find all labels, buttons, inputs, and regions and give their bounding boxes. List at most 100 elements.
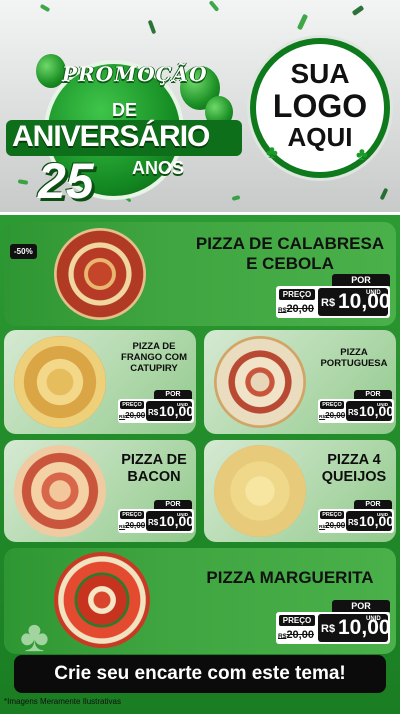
discount-badge: -50% [10, 244, 37, 259]
new-price: R$ 10,00 UNID [146, 511, 194, 531]
header: PROMOÇÃO DE ANIVERSÁRIO 25 ANOS SUA LOGO… [0, 0, 400, 218]
old-value: 20,00 [286, 629, 314, 641]
product-name-line: PIZZA DE [121, 452, 187, 468]
currency: R$ [321, 297, 336, 309]
confetti [379, 187, 389, 201]
pizza-portuguesa-image [214, 336, 306, 428]
new-price: R$ 10,00 UNID [318, 614, 390, 642]
product-name: PIZZA 4 QUEIJOS [314, 452, 394, 485]
old-price: R$20,00 [278, 303, 314, 315]
price-box: PREÇO R$20,00 R$ 10,00 UNID [318, 509, 394, 533]
anniversary-promo-seal: PROMOÇÃO DE ANIVERSÁRIO 25 ANOS [4, 48, 242, 209]
logo-text-line2: LOGO [272, 88, 368, 124]
preco-label: PREÇO [279, 615, 315, 626]
unit-label: UNID [177, 402, 188, 407]
confetti [208, 0, 220, 12]
product-card-marguerita[interactable]: PIZZA MARGUERITA POR PREÇO R$20,00 R$ 10… [4, 548, 396, 654]
por-label: POR [354, 390, 392, 399]
currency: R$ [321, 623, 336, 635]
por-label: POR [332, 274, 390, 286]
product-name-line: FRANGO COM [121, 351, 187, 363]
product-card-portuguesa[interactable]: PIZZA PORTUGUESA POR PREÇO R$20,00 R$ 10… [204, 330, 396, 434]
pizza-4-queijos-image [214, 445, 306, 537]
unit-label: UNID [377, 512, 388, 517]
product-name-line: PIZZA [340, 347, 368, 358]
product-card-4-queijos[interactable]: PIZZA 4 QUEIJOS POR PREÇO R$20,00 R$ 10,… [204, 440, 396, 542]
price-tag: POR PREÇO R$20,00 R$ 10,00 UNID [276, 600, 394, 646]
currency: R$ [348, 408, 359, 417]
pizza-calabresa-image [54, 228, 146, 320]
product-card-frango[interactable]: PIZZA DE FRANGO COM CATUPIRY POR PREÇO R… [4, 330, 196, 434]
pizza-frango-image [14, 336, 106, 428]
promo-title: PROMOÇÃO [62, 62, 208, 86]
product-name-line: CATUPIRY [130, 362, 178, 374]
logo-text-line1: SUA [290, 58, 350, 89]
price-tag: POR PREÇO R$20,00 R$ 10,00 UNID [118, 390, 194, 424]
confetti [39, 3, 51, 13]
product-name: PIZZA DE CALABRESA E CEBOLA [188, 234, 392, 273]
disclaimer: *Imagens Meramente Ilustrativas [4, 697, 121, 706]
product-name-line: PIZZA 4 [327, 452, 381, 468]
product-name-line: BACON [127, 468, 181, 485]
product-card-bacon[interactable]: PIZZA DE BACON POR PREÇO R$20,00 R$ 10,0… [4, 440, 196, 542]
old-price: R$20,00 [119, 521, 145, 530]
product-name-line: PORTUGUESA [320, 357, 388, 369]
por-label: POR [154, 500, 192, 509]
preco-label: PREÇO [320, 401, 344, 409]
unit-label: UNID [177, 512, 188, 517]
price-tag: POR PREÇO R$20,00 R$ 10,00 UNID [318, 390, 394, 424]
preco-label: PREÇO [120, 511, 144, 519]
new-price: R$ 10,00 UNID [346, 511, 394, 531]
product-name: PIZZA DE FRANGO COM CATUPIRY [114, 341, 194, 375]
promo-anos: ANOS [132, 158, 185, 178]
pizza-marguerita-image [54, 552, 150, 648]
confetti [231, 195, 241, 201]
por-label: POR [154, 390, 192, 399]
new-price: R$ 10,00 UNID [346, 401, 394, 421]
currency: R$ [148, 518, 159, 527]
price-value: 10,00 [338, 290, 390, 313]
old-value: 20,00 [125, 521, 146, 530]
product-name-line: QUEIJOS [321, 468, 387, 485]
promo-aniversario-ribbon: ANIVERSÁRIO [6, 120, 242, 156]
new-price: R$ 10,00 UNID [146, 401, 194, 421]
price-box: PREÇO R$20,00 R$ 10,00 UNID [118, 509, 194, 533]
preco-label: PREÇO [320, 511, 344, 519]
confetti [147, 19, 157, 35]
product-name-line: PIZZA DE CALABRESA [195, 234, 385, 253]
currency: R$ [348, 518, 359, 527]
confetti [17, 179, 29, 185]
promo-number: 25 [38, 153, 94, 209]
product-name-line: E CEBOLA [246, 253, 334, 273]
old-price: R$20,00 [278, 629, 314, 641]
shamrock-icon: ♣ [266, 142, 278, 162]
shamrock-icon: ♣ [356, 144, 368, 164]
price-box: PREÇO R$20,00 R$ 10,00 UNID [276, 612, 390, 644]
price-tag: POR PREÇO R$20,00 R$ 10,00 UNID [118, 500, 194, 534]
price-box: PREÇO R$20,00 R$ 10,00 UNID [118, 399, 194, 423]
price-tag: POR PREÇO R$20,00 R$ 10,00 UNID [318, 500, 394, 534]
product-name: PIZZA DE BACON [114, 452, 194, 485]
preco-label: PREÇO [279, 289, 315, 300]
cta-banner[interactable]: Crie seu encarte com este tema! [14, 655, 386, 693]
product-card-calabresa[interactable]: -50% PIZZA DE CALABRESA E CEBOLA POR PRE… [4, 222, 396, 326]
logo-placeholder: SUA LOGO AQUI ♣ ♣ [250, 38, 390, 178]
old-value: 20,00 [325, 411, 346, 420]
new-price: R$ 10,00 UNID [318, 288, 390, 316]
promo-aniversario: ANIVERSÁRIO [12, 120, 210, 153]
promo-de: DE [112, 100, 138, 120]
product-name: PIZZA MARGUERITA [206, 568, 374, 587]
old-price: R$20,00 [319, 411, 345, 420]
old-price: R$20,00 [319, 521, 345, 530]
price-tag: POR PREÇO R$20,00 R$ 10,00 UNID [276, 274, 394, 320]
pizza-bacon-image [14, 445, 106, 537]
product-name-line: PIZZA DE [132, 341, 176, 352]
old-value: 20,00 [325, 521, 346, 530]
por-label: POR [332, 600, 390, 612]
price-box: PREÇO R$20,00 R$ 10,00 UNID [276, 286, 390, 318]
old-value: 20,00 [286, 303, 314, 315]
price-value: 10,00 [338, 616, 390, 639]
price-box: PREÇO R$20,00 R$ 10,00 UNID [318, 399, 394, 423]
confetti [296, 13, 309, 31]
old-value: 20,00 [125, 411, 146, 420]
